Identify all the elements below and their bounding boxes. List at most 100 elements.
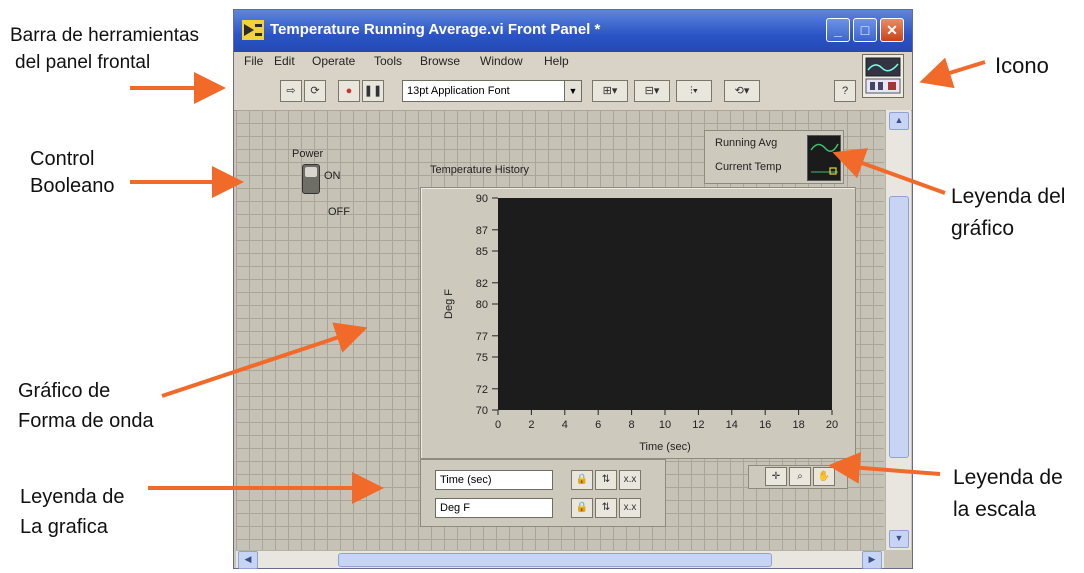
- annotation-scale-legend: Leyenda de la escala: [953, 462, 1063, 526]
- annotation-toolbar-line2: del panel frontal: [15, 52, 151, 73]
- resize-objects-icon: ⫶▾: [689, 85, 699, 97]
- annotation-scale-legend-line2: la escala: [953, 498, 1036, 521]
- x-scale-name-field[interactable]: Time (sec): [435, 470, 553, 490]
- x-tick-label: 0: [495, 419, 501, 431]
- scroll-down-button[interactable]: ▼: [889, 530, 909, 548]
- pause-button[interactable]: ❚❚: [362, 80, 384, 102]
- zoom-icon: ⌕: [797, 471, 803, 482]
- y-autoscale-button[interactable]: ⇅: [595, 498, 617, 518]
- plot-legend[interactable]: Running Avg Current Temp: [704, 130, 844, 184]
- y-tick-label: 72: [476, 384, 488, 396]
- title-bar[interactable]: Temperature Running Average.vi Front Pan…: [234, 10, 912, 52]
- horizontal-scrollbar[interactable]: ◀ ▶: [236, 550, 884, 569]
- y-tick-label: 80: [476, 299, 488, 311]
- power-toggle-switch[interactable]: [302, 164, 320, 194]
- annotation-chart-legend: Leyenda del gráfico: [951, 181, 1065, 245]
- maximize-icon: □: [860, 22, 870, 38]
- cursor-icon: ✛: [771, 471, 781, 482]
- annotation-boolean: Control Booleano: [30, 146, 115, 200]
- toggle-knob: [305, 167, 317, 177]
- y-scale-lock-button[interactable]: 🔒: [571, 498, 593, 518]
- maximize-button[interactable]: □: [853, 18, 877, 42]
- minimize-button[interactable]: _: [826, 18, 850, 42]
- legend-entry-running-avg: Running Avg: [715, 137, 778, 149]
- arrow-left-icon: ◀: [244, 554, 252, 564]
- align-objects-button[interactable]: ⊞▾: [592, 80, 628, 102]
- menu-help[interactable]: Help: [544, 54, 569, 68]
- vertical-scrollbar[interactable]: ▲ ▼: [885, 110, 911, 550]
- y-tick-label: 70: [476, 405, 488, 417]
- cursor-tool-button[interactable]: ✛: [765, 467, 787, 486]
- vertical-scroll-thumb[interactable]: [889, 196, 909, 458]
- annotation-plot-legend-line1: Leyenda de: [20, 486, 125, 508]
- y-scale-name-field[interactable]: Deg F: [435, 498, 553, 518]
- legend-plot-swatch[interactable]: [807, 135, 841, 181]
- annotation-waveform-line1: Gráfico de: [18, 380, 111, 402]
- labview-app-icon: [242, 20, 264, 40]
- menu-file[interactable]: File: [244, 54, 263, 68]
- annotation-chart-legend-line1: Leyenda del: [951, 185, 1066, 208]
- y-tick-label: 87: [476, 225, 488, 237]
- minimize-icon: _: [834, 22, 842, 38]
- resize-objects-button[interactable]: ⫶▾: [676, 80, 712, 102]
- y-axis-label: Deg F: [443, 289, 455, 319]
- y-scale-format-button[interactable]: x.x: [619, 498, 641, 518]
- pan-tool-button[interactable]: ✋: [813, 467, 835, 486]
- font-selector[interactable]: 13pt Application Font ▼: [402, 80, 582, 102]
- horizontal-scroll-thumb[interactable]: [338, 553, 772, 567]
- vi-icon[interactable]: [862, 54, 904, 98]
- front-panel-toolbar: ⇨ ⟳ ● ❚❚ 13pt Application Font ▼ ⊞▾ ⊟▾ ⫶…: [234, 72, 912, 111]
- y-scale-name: Deg F: [440, 502, 470, 514]
- format-icon: x.x: [623, 502, 637, 513]
- annotation-icon-text: Icono: [995, 53, 1049, 78]
- format-icon: x.x: [623, 474, 637, 485]
- run-arrow-icon: ⇨: [286, 85, 296, 97]
- scroll-right-button[interactable]: ▶: [862, 551, 882, 569]
- annotation-icon: Icono: [995, 52, 1049, 79]
- y-tick-label: 90: [476, 193, 488, 205]
- distribute-objects-button[interactable]: ⊟▾: [634, 80, 670, 102]
- lock-icon: 🔒: [575, 502, 589, 513]
- menu-window[interactable]: Window: [480, 54, 523, 68]
- run-button[interactable]: ⇨: [280, 80, 302, 102]
- run-continuously-button[interactable]: ⟳: [304, 80, 326, 102]
- abort-button[interactable]: ●: [338, 80, 360, 102]
- close-button[interactable]: ✕: [880, 18, 904, 42]
- y-tick-label: 85: [476, 246, 488, 258]
- x-scale-format-button[interactable]: x.x: [619, 470, 641, 490]
- scroll-up-button[interactable]: ▲: [889, 112, 909, 130]
- context-help-button[interactable]: ?: [834, 80, 856, 102]
- stop-icon: ●: [345, 85, 353, 97]
- vi-icon-graphic: [865, 57, 901, 94]
- graph-palette: ✛ ⌕ ✋: [748, 465, 848, 489]
- x-tick-label: 12: [692, 419, 704, 431]
- x-scale-lock-button[interactable]: 🔒: [571, 470, 593, 490]
- x-tick-label: 10: [659, 419, 671, 431]
- arrow-up-icon: ▲: [894, 115, 904, 125]
- reorder-button[interactable]: ⟲▾: [724, 80, 760, 102]
- y-tick-label: 75: [476, 352, 488, 364]
- x-tick-label: 16: [759, 419, 771, 431]
- align-objects-icon: ⊞▾: [602, 85, 618, 97]
- menu-edit[interactable]: Edit: [274, 54, 295, 68]
- toggle-off-label: OFF: [328, 206, 350, 218]
- x-tick-label: 20: [826, 419, 838, 431]
- menu-browse[interactable]: Browse: [420, 54, 460, 68]
- annotation-toolbar: Barra de herramientas del panel frontal: [10, 22, 199, 76]
- menu-operate[interactable]: Operate: [312, 54, 355, 68]
- menu-tools[interactable]: Tools: [374, 54, 402, 68]
- arrow-down-icon: ▼: [894, 533, 904, 543]
- zoom-tool-button[interactable]: ⌕: [789, 467, 811, 486]
- x-autoscale-button[interactable]: ⇅: [595, 470, 617, 490]
- annotation-toolbar-line1: Barra de herramientas: [10, 25, 200, 46]
- x-tick-label: 6: [595, 419, 601, 431]
- run-continuously-icon: ⟳: [310, 85, 320, 97]
- annotation-scale-legend-line1: Leyenda de: [953, 466, 1063, 489]
- front-panel-area[interactable]: Power ON OFF Temperature History Running…: [236, 110, 884, 550]
- waveform-chart[interactable]: 70 72 75 77 80 82 85 87 90 0 2 4 6 8 10 12 14 16 18 20 Tim…: [420, 187, 856, 459]
- scroll-left-button[interactable]: ◀: [238, 551, 258, 569]
- legend-entry-current-temp: Current Temp: [715, 161, 782, 173]
- annotation-boolean-line2: Booleano: [30, 175, 115, 197]
- plot-area: [498, 198, 832, 410]
- window-title: Temperature Running Average.vi Front Pan…: [270, 21, 601, 38]
